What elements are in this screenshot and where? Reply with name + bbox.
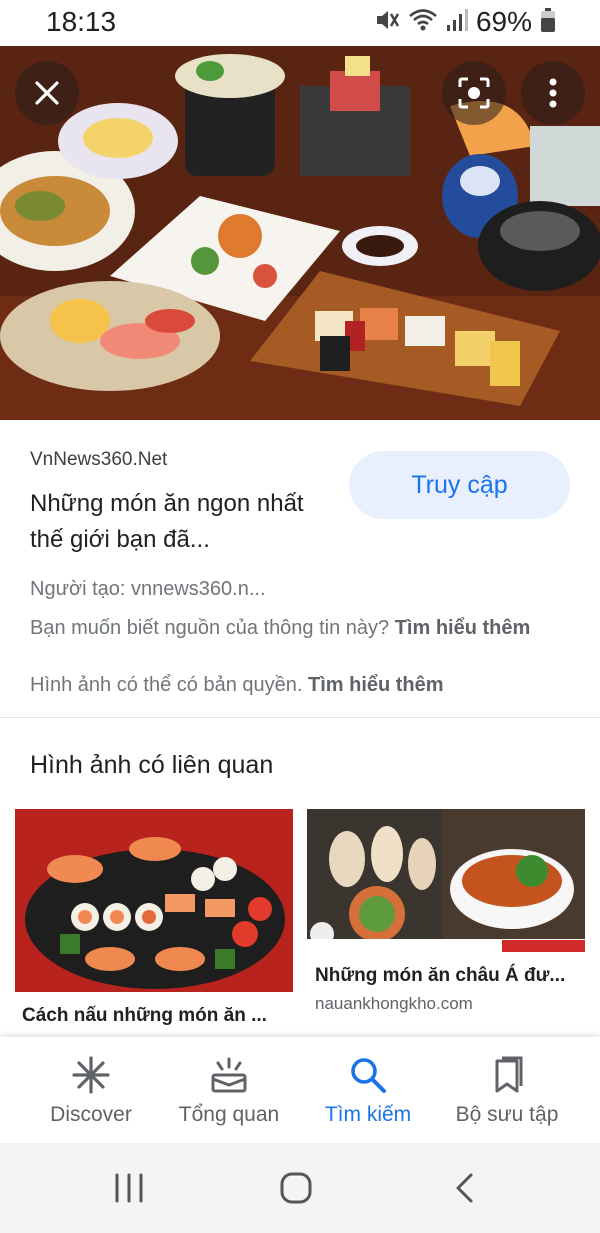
hero-image[interactable] (0, 46, 600, 420)
more-vert-icon (548, 77, 558, 109)
home-icon (279, 1171, 313, 1210)
nav-label: Tổng quan (178, 1103, 280, 1126)
back-button[interactable] (450, 1171, 480, 1210)
updates-icon (209, 1055, 249, 1095)
visit-button[interactable]: Truy cập (349, 451, 570, 519)
related-thumb-2[interactable] (307, 809, 585, 952)
status-bar: 18:13 69% (0, 0, 600, 46)
learn-more-link-2[interactable]: Tìm hiểu thêm (308, 674, 444, 696)
lens-button[interactable] (442, 61, 506, 125)
nav-collections[interactable]: Bộ sưu tập (442, 1037, 572, 1143)
lens-icon (457, 76, 491, 110)
collections-icon (487, 1055, 527, 1095)
system-navigation-bar (0, 1143, 600, 1233)
learn-more-link[interactable]: Tìm hiểu thêm (395, 617, 531, 639)
nav-label: Tìm kiếm (324, 1103, 412, 1126)
related-thumb-1[interactable] (15, 809, 293, 992)
battery-icon (540, 7, 556, 38)
asterisk-icon (71, 1055, 111, 1095)
mute-icon (374, 7, 400, 38)
more-options-button[interactable] (521, 61, 585, 125)
related-site-2[interactable]: nauankhongkho.com (315, 994, 473, 1014)
back-icon (450, 1171, 480, 1210)
bottom-navigation: Discover Tổng quan Tìm kiếm Bộ sưu tập (0, 1037, 600, 1143)
japanese-food-photo (0, 46, 600, 420)
result-title[interactable]: Những món ăn ngon nhất thế giới bạn đã..… (30, 486, 330, 558)
home-button[interactable] (279, 1171, 313, 1210)
source-question: Bạn muốn biết nguồn của thông tin này? (30, 617, 395, 639)
recents-icon (112, 1171, 146, 1210)
nav-label: Discover (50, 1103, 132, 1126)
divider (0, 717, 600, 718)
sushi-platter-photo (15, 809, 293, 992)
copyright-note: Hình ảnh có thể có bản quyền. (30, 674, 308, 696)
battery-percent: 69% (475, 6, 532, 37)
signal-icon (446, 7, 468, 38)
source-site[interactable]: VnNews360.Net (30, 449, 167, 471)
nav-label: Bộ sưu tập (455, 1103, 559, 1126)
search-icon (348, 1055, 388, 1095)
related-title-2[interactable]: Những món ăn châu Á đư... (315, 965, 565, 987)
related-heading: Hình ảnh có liên quan (30, 751, 274, 779)
recent-apps-button[interactable] (112, 1171, 146, 1210)
status-time: 18:13 (46, 6, 117, 37)
copyright-text: Hình ảnh có thể có bản quyền. Tìm hiểu t… (30, 674, 444, 697)
asian-food-collage-photo (307, 809, 585, 952)
related-title-1[interactable]: Cách nấu những món ăn ... (22, 1005, 267, 1027)
nav-discover[interactable]: Discover (30, 1037, 152, 1143)
creator-text: Người tạo: vnnews360.n... (30, 578, 266, 600)
nav-updates[interactable]: Tổng quan (168, 1037, 290, 1143)
wifi-icon (408, 7, 438, 38)
close-icon (32, 78, 62, 108)
nav-search[interactable]: Tìm kiếm (307, 1037, 429, 1143)
status-icons: 69% (374, 6, 556, 38)
close-button[interactable] (15, 61, 79, 125)
source-question-text: Bạn muốn biết nguồn của thông tin này? T… (30, 614, 570, 643)
